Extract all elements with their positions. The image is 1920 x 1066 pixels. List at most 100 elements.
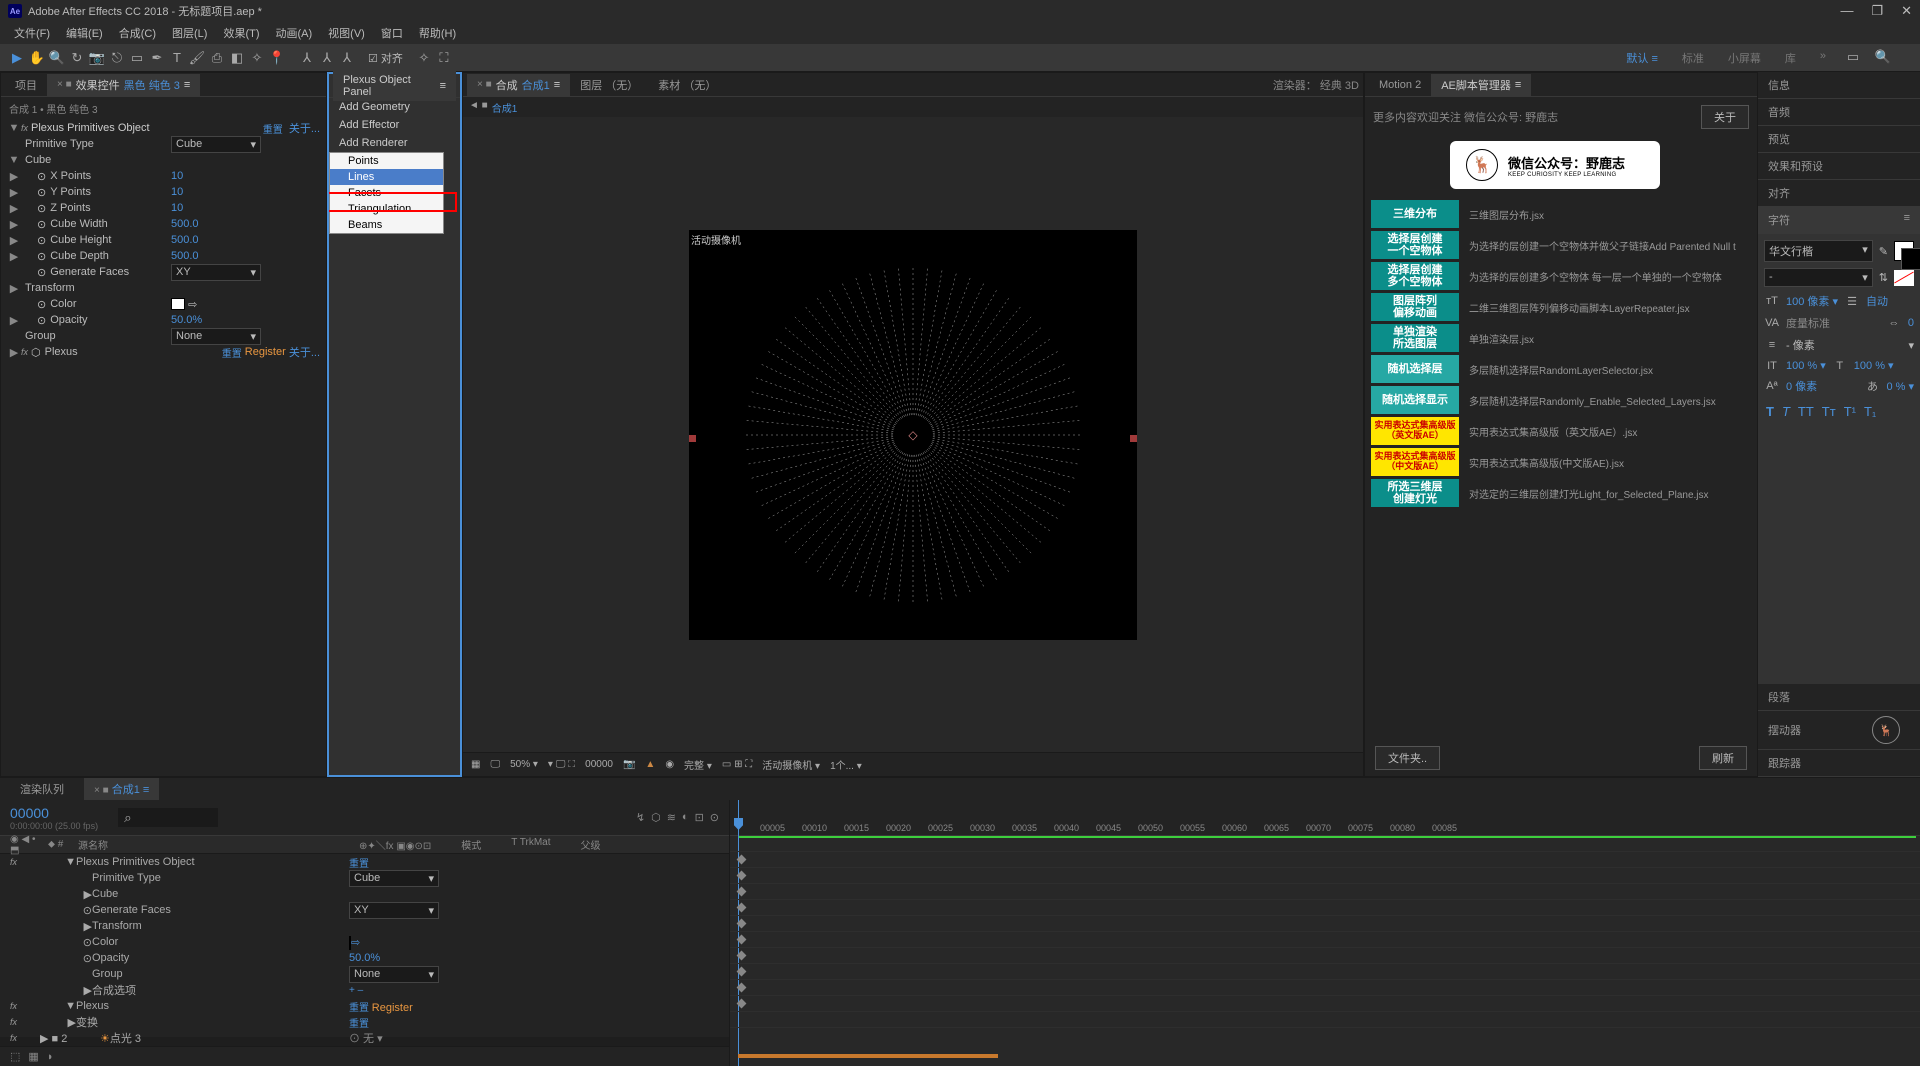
- keyframe-icon[interactable]: [737, 951, 747, 961]
- roto-tool-icon[interactable]: ✧: [248, 49, 266, 67]
- dropdown-item-beams[interactable]: Beams: [330, 217, 443, 233]
- x-points-value[interactable]: 10: [171, 170, 183, 182]
- script-button[interactable]: 单独渲染所选图层: [1371, 324, 1459, 352]
- panel-wiggler[interactable]: 摆动器🦌: [1758, 711, 1920, 750]
- timeline-row[interactable]: GroupNone▾: [0, 966, 729, 982]
- refresh-button[interactable]: 刷新: [1699, 746, 1747, 770]
- script-button[interactable]: 图层阵列偏移动画: [1371, 293, 1459, 321]
- reset-button[interactable]: 重置: [263, 121, 283, 136]
- workspace-home-icon[interactable]: ▭: [1844, 48, 1862, 66]
- keyframe-icon[interactable]: [737, 999, 747, 1009]
- eyedropper-icon[interactable]: ⇨: [188, 298, 197, 311]
- menu-edit[interactable]: 编辑(E): [60, 23, 109, 43]
- swap-icon[interactable]: ⇅: [1879, 271, 1888, 284]
- dropdown-item-lines[interactable]: Lines: [330, 169, 443, 185]
- menu-view[interactable]: 视图(V): [322, 23, 371, 43]
- menu-composition[interactable]: 合成(C): [113, 23, 162, 43]
- col-mode[interactable]: 模式: [461, 837, 481, 852]
- col-parent[interactable]: 父级: [581, 837, 601, 852]
- timeline-row[interactable]: fx▼ Plexus重置 Register: [0, 998, 729, 1014]
- puppet-tool-icon[interactable]: 📍: [268, 49, 286, 67]
- superscript-button[interactable]: T¹: [1844, 404, 1856, 419]
- zoom-dropdown[interactable]: 50% ▾: [510, 759, 538, 770]
- keyframe-icon[interactable]: [737, 903, 747, 913]
- eyedropper-icon[interactable]: ✎: [1879, 245, 1888, 258]
- leading-value[interactable]: 自动: [1866, 293, 1888, 309]
- script-button[interactable]: 随机选择层: [1371, 355, 1459, 383]
- tl-frame-blend-icon[interactable]: ▦: [28, 1050, 38, 1063]
- tab-timeline-comp[interactable]: × ■ 合成1 ≡: [84, 778, 159, 800]
- timeline-track[interactable]: [730, 900, 1920, 916]
- menu-help[interactable]: 帮助(H): [413, 23, 462, 43]
- text-tool-icon[interactable]: T: [168, 49, 186, 67]
- timeline-track[interactable]: [730, 948, 1920, 964]
- stamp-tool-icon[interactable]: ⎙: [208, 49, 226, 67]
- script-button[interactable]: 三维分布: [1371, 200, 1459, 228]
- minimize-button[interactable]: —: [1840, 3, 1853, 19]
- smallcaps-button[interactable]: Tᴛ: [1822, 404, 1836, 419]
- camera-tool-icon[interactable]: 📷: [88, 49, 106, 67]
- tl-motion-blur-icon[interactable]: ◗: [47, 1051, 54, 1063]
- eraser-tool-icon[interactable]: ◧: [228, 49, 246, 67]
- panel-align[interactable]: 对齐: [1758, 180, 1920, 207]
- panel-effects-presets[interactable]: 效果和预设: [1758, 153, 1920, 180]
- hand-tool-icon[interactable]: ✋: [28, 49, 46, 67]
- timeline-track[interactable]: [730, 964, 1920, 980]
- panel-paragraph[interactable]: 段落: [1758, 684, 1920, 711]
- composition-viewer[interactable]: 活动摄像机 ◇: [463, 117, 1363, 752]
- keyframe-icon[interactable]: [737, 887, 747, 897]
- dropdown-item-facets[interactable]: Facets: [330, 185, 443, 201]
- workspace-standard[interactable]: 标准: [1676, 48, 1710, 68]
- italic-button[interactable]: T: [1782, 404, 1790, 419]
- keyframe-icon[interactable]: [737, 983, 747, 993]
- handle-right[interactable]: [1130, 435, 1137, 442]
- channel-rgb-icon[interactable]: ◉: [665, 759, 674, 770]
- opacity-value[interactable]: 50.0%: [171, 314, 202, 326]
- grid-icon[interactable]: ▭ ⊞ ⛶: [722, 759, 752, 770]
- folder-button[interactable]: 文件夹..: [1375, 746, 1440, 770]
- tl-icon-2[interactable]: ⬡: [651, 811, 661, 824]
- tab-render-queue[interactable]: 渲染队列: [10, 778, 74, 800]
- tab-ae-script-manager[interactable]: AE脚本管理器 ≡: [1431, 74, 1531, 96]
- timeline-track[interactable]: [730, 1012, 1920, 1028]
- full-dropdown[interactable]: 完整 ▾: [684, 757, 712, 772]
- plexus-about[interactable]: 关于...: [289, 344, 320, 360]
- no-stroke-icon[interactable]: [1894, 270, 1914, 286]
- transform-group[interactable]: Transform: [21, 282, 171, 294]
- effect-plexus[interactable]: ⬡ Plexus: [31, 346, 222, 359]
- menu-window[interactable]: 窗口: [375, 23, 409, 43]
- keyframe-icon[interactable]: [737, 871, 747, 881]
- snapshot-icon[interactable]: 📷: [623, 759, 635, 770]
- script-button[interactable]: 实用表达式集高级版（中文版AE）: [1371, 448, 1459, 476]
- timeline-track[interactable]: [730, 932, 1920, 948]
- timeline-row[interactable]: ▶ 合成选项+ –: [0, 982, 729, 998]
- timeline-search-input[interactable]: [118, 808, 218, 827]
- tab-composition[interactable]: × ■ 合成 合成1 ≡: [467, 74, 570, 96]
- timeline-row[interactable]: fx▶ 变换重置: [0, 1014, 729, 1030]
- rotate-tool-icon[interactable]: ↻: [68, 49, 86, 67]
- timeline-track[interactable]: [730, 916, 1920, 932]
- timeline-row[interactable]: ⊙Color ⇨: [0, 934, 729, 950]
- axis-local-icon[interactable]: ⅄: [298, 49, 316, 67]
- timeline-row[interactable]: ▶ Cube: [0, 886, 729, 902]
- tab-effect-controls[interactable]: × ■ 效果控件 黑色 纯色 3 ≡: [47, 74, 200, 96]
- subscript-button[interactable]: T₁: [1864, 404, 1876, 419]
- views-count[interactable]: 1个... ▾: [830, 757, 862, 772]
- tracking-value[interactable]: 0: [1908, 317, 1914, 329]
- view-dropdown[interactable]: 活动摄像机 ▾: [762, 757, 820, 772]
- vscale-value[interactable]: 100 % ▾: [1786, 359, 1826, 372]
- mask-toggle-icon[interactable]: ▦: [471, 759, 480, 770]
- timeline-row[interactable]: Primitive TypeCube▾: [0, 870, 729, 886]
- cube-height-value[interactable]: 500.0: [171, 234, 199, 246]
- pan-behind-tool-icon[interactable]: ⎋: [108, 49, 126, 67]
- maximize-button[interactable]: ❐: [1871, 3, 1883, 19]
- col-trkmat[interactable]: T TrkMat: [511, 837, 550, 852]
- tab-project[interactable]: 项目: [5, 74, 47, 96]
- tl-shy-icon[interactable]: ⬚: [10, 1050, 20, 1063]
- workspace-library[interactable]: 库: [1779, 48, 1802, 68]
- font-size-value[interactable]: 100 像素 ▾: [1786, 293, 1838, 309]
- keyframe-icon[interactable]: [737, 919, 747, 929]
- cube-group[interactable]: Cube: [21, 154, 171, 166]
- effect-plexus-primitives[interactable]: Plexus Primitives Object: [31, 122, 263, 134]
- add-effector-button[interactable]: Add Effector: [329, 116, 460, 134]
